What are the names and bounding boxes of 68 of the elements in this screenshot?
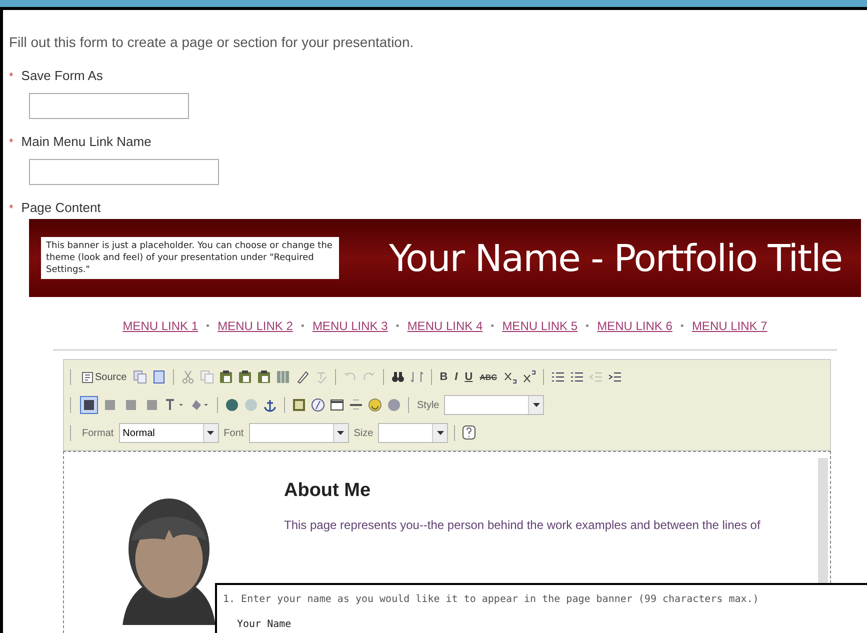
bullet-separator: • [680, 320, 684, 332]
bullet-separator: • [490, 320, 494, 332]
align-icon [125, 399, 137, 411]
source-button[interactable]: Source [80, 370, 129, 384]
superscript-icon[interactable] [522, 370, 536, 384]
document-icon[interactable] [152, 370, 166, 384]
anchor-icon[interactable] [263, 398, 277, 412]
field-label: Main Menu Link Name [21, 134, 152, 149]
align-icon [146, 399, 158, 411]
form-instructions: Fill out this form to create a page or section for your presentation. [9, 34, 415, 50]
menu-link[interactable]: MENU LINK 1 [122, 319, 198, 333]
text-color-icon[interactable] [165, 398, 185, 412]
dropdown-label: Size [354, 428, 374, 438]
banner-title: Your Name - Portfolio Title [389, 236, 842, 280]
menu-link[interactable]: MENU LINK 6 [597, 319, 672, 333]
help-icon[interactable] [462, 425, 476, 441]
bullet-separator: • [300, 320, 304, 332]
background-color-icon[interactable] [190, 398, 210, 412]
field-label: Save Form As [21, 68, 103, 83]
clipboard-icon[interactable] [238, 370, 252, 384]
clipboard-icon[interactable] [218, 370, 233, 384]
menu-link[interactable]: MENU LINK 2 [218, 319, 293, 333]
binoculars-icon[interactable] [390, 370, 405, 384]
popup-instruction: 1. Enter your name as you would like it to appear in the page banner (99 characters max.) [223, 594, 760, 605]
format-button[interactable]: ABC [478, 372, 499, 382]
bulleted-list-icon[interactable] [570, 370, 584, 384]
indent-icon[interactable] [608, 370, 622, 384]
numbered-list-icon[interactable] [551, 370, 565, 384]
align-icon [104, 399, 116, 411]
banner-note: This banner is just a placeholder. You can choose or change the theme (look and feel) of your presentation under "Required Settings." [41, 237, 339, 279]
required-asterisk: * [9, 203, 14, 215]
format-button[interactable]: U [462, 370, 475, 384]
bullet-separator: • [206, 320, 210, 332]
dropdown-label: Font [224, 428, 244, 438]
format-dropdown[interactable]: Normal [118, 423, 219, 443]
menu-link[interactable]: MENU LINK 7 [692, 319, 768, 333]
required-asterisk: * [9, 137, 14, 149]
menu-link[interactable]: MENU LINK 3 [312, 319, 388, 333]
field-label: Your Name [237, 619, 292, 630]
clipboard-icon[interactable] [256, 370, 271, 384]
copy-icon[interactable] [132, 370, 147, 384]
dropdown-arrow-icon [436, 431, 444, 435]
horizontal-rule-icon[interactable] [349, 398, 363, 412]
document-icon [82, 372, 93, 382]
dropdown-label: Format [82, 428, 114, 438]
smiley-icon[interactable] [368, 398, 382, 412]
dropdown-arrow-icon [207, 431, 214, 435]
eraser-icon[interactable] [294, 370, 309, 384]
format-button[interactable]: B [438, 370, 450, 384]
field-label: Page Content [21, 200, 101, 215]
bullet-separator: • [396, 320, 400, 332]
menu-link[interactable]: MENU LINK 4 [407, 319, 483, 333]
subscript-icon[interactable] [503, 370, 517, 384]
content-heading: About Me [284, 480, 372, 502]
required-asterisk: * [9, 71, 14, 83]
align-icon [83, 399, 95, 411]
text-input-field[interactable] [29, 159, 219, 185]
bullet-separator: • [586, 320, 590, 332]
format-button[interactable]: I [452, 370, 460, 384]
scissors-icon[interactable] [180, 370, 195, 384]
align-button[interactable] [80, 396, 98, 414]
menu-link[interactable]: MENU LINK 5 [502, 319, 578, 333]
content-paragraph: This page represents you--the person behind the work examples and between the lines of [284, 518, 762, 532]
dropdown-arrow-icon [532, 403, 540, 407]
dropdown-label: Style [417, 400, 440, 410]
text-input-field[interactable] [29, 93, 189, 119]
dropdown-arrow-icon [337, 431, 344, 435]
image-icon[interactable] [292, 398, 306, 412]
